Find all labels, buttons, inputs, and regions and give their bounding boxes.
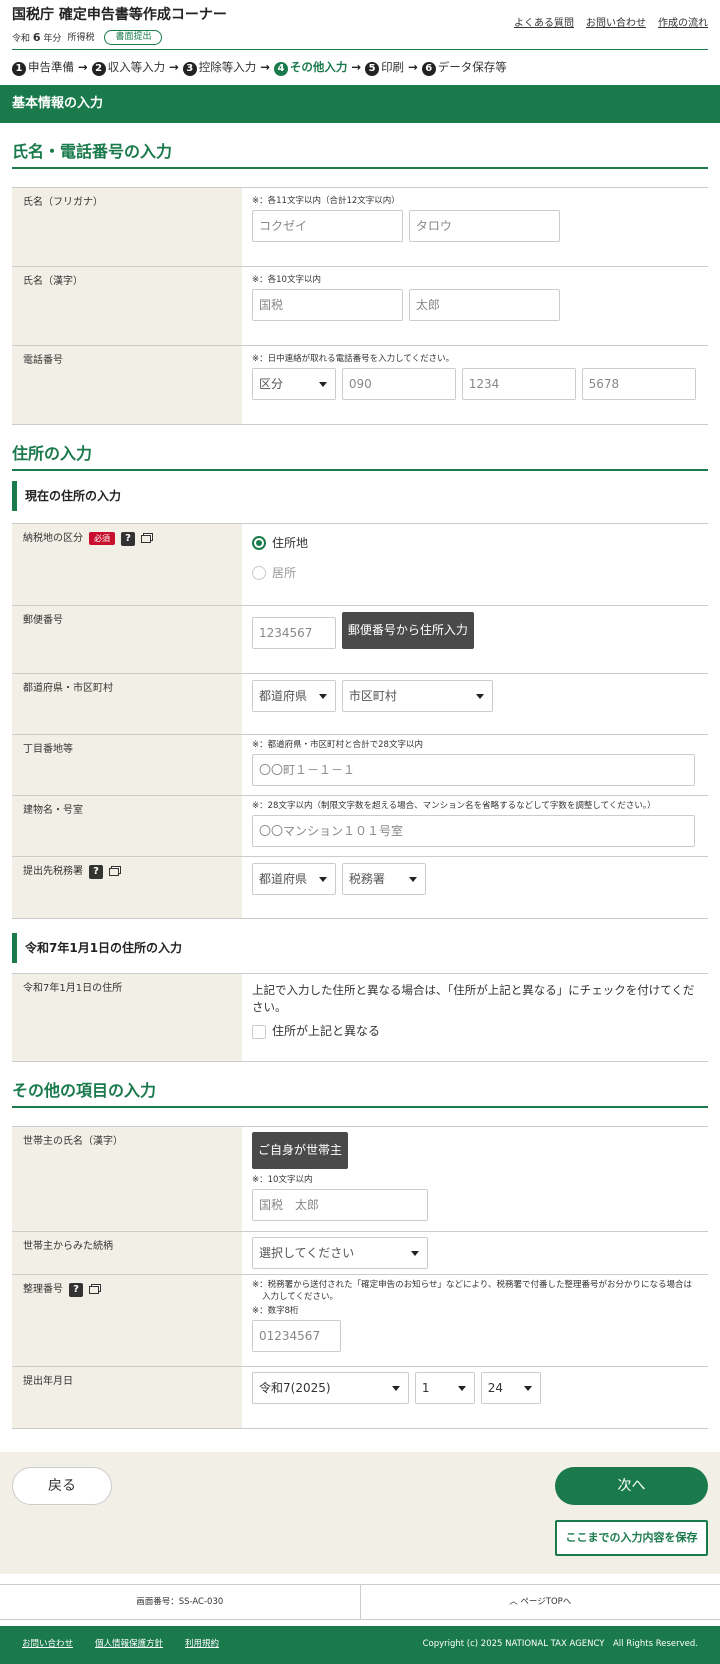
jan1-table: 令和7年1月1日の住所 上記で入力した住所と異なる場合は、「住所が上記と異なる」… [12,973,708,1062]
form-row-submit-date: 提出年月日 令和7(2025) 1 24 [12,1367,708,1429]
terms-link[interactable]: 利用規約 [185,1639,219,1651]
form-row-zip: 郵便番号 1234567 郵便番号から住所入力 [12,606,708,674]
page-title: 基本情報の入力 [0,85,720,123]
building-input[interactable]: 〇〇マンション１０１号室 [252,815,695,847]
checkbox-icon [252,1025,266,1039]
section-address: 住所の入力 [12,443,708,471]
back-button[interactable]: 戻る [12,1467,112,1505]
page-top-link[interactable]: ︿ ページTOPへ [361,1585,720,1619]
day-select[interactable]: 24 [481,1372,541,1404]
phone-part1-input[interactable]: 090 [342,368,456,400]
form-row-householder: 世帯主の氏名（漢字） ご自身が世帯主 ※：10文字以内 国税 太郎 [12,1127,708,1232]
subsection-jan1-address: 令和7年1月1日の住所の入力 [12,933,708,963]
new-window-icon [109,868,119,876]
householder-name-input[interactable]: 国税 太郎 [252,1189,428,1221]
section-other: その他の項目の入力 [12,1080,708,1108]
zip-input[interactable]: 1234567 [252,617,336,649]
screen-id: 画面番号：SS-AC-030 [0,1585,361,1619]
form-row-relationship: 世帯主からみた続柄 選択してください [12,1232,708,1275]
tax-type: 所得税 [67,32,94,45]
form-row-jan1: 令和7年1月1日の住所 上記で入力した住所と異なる場合は、「住所が上記と異なる」… [12,974,708,1062]
faq-link[interactable]: よくある質問 [514,17,574,31]
radio-checked-icon [252,536,266,550]
step-2: 2収入等入力 [92,59,166,76]
form-row-phone: 電話番号 ※：日中連絡が取れる電話番号を入力してください。 区分 090 123… [12,346,708,425]
step-6: 6データ保存等 [422,59,507,76]
subsection-current-address: 現在の住所の入力 [12,481,708,511]
arrow-icon: → [169,59,179,75]
step-4-current: 4その他入力 [274,59,348,76]
month-select[interactable]: 1 [415,1372,475,1404]
zip-lookup-button[interactable]: 郵便番号から住所入力 [342,612,474,649]
arrow-icon: → [260,59,270,75]
help-icon[interactable]: ? [69,1283,83,1297]
help-icon[interactable]: ? [89,865,103,879]
privacy-link[interactable]: 個人情報保護方針 [95,1639,163,1651]
step-5: 5印刷 [365,59,404,76]
self-householder-button[interactable]: ご自身が世帯主 [252,1132,348,1169]
header-links: よくある質問 お問い合わせ 作成の流れ [514,17,708,31]
ref-number-input[interactable]: 01234567 [252,1320,341,1352]
step-3: 3控除等入力 [183,59,257,76]
form-row-ref-number: 整理番号? ※：税務署から送付された「確定申告のお知らせ」などにより、税務署で付… [12,1275,708,1367]
city-select[interactable]: 市区町村 [342,680,493,712]
form-row-pref: 都道府県・市区町村 都道府県 市区町村 [12,674,708,735]
form-row-kana: 氏名（フリガナ） ※：各11文字以内（合計12文字以内） コクゼイ タロウ [12,188,708,267]
kanji-last-input[interactable]: 国税 [252,289,403,321]
form-row-tax-office: 提出先税務署? 都道府県 税務署 [12,857,708,919]
phone-type-select[interactable]: 区分 [252,368,336,400]
kana-last-input[interactable]: コクゼイ [252,210,403,242]
flow-link[interactable]: 作成の流れ [658,17,708,31]
phone-part3-input[interactable]: 5678 [582,368,696,400]
chevron-up-icon: ︿ [509,1597,520,1607]
jan1-instruction: 上記で入力した住所と異なる場合は、「住所が上記と異なる」にチェックを付けてくださ… [252,982,698,1015]
relationship-select[interactable]: 選択してください [252,1237,428,1269]
required-badge: 必須 [89,532,115,545]
prefecture-select[interactable]: 都道府県 [252,680,336,712]
radio-unchecked-icon [252,566,266,580]
help-icon[interactable]: ? [121,532,135,546]
form-row-kanji: 氏名（漢字） ※：各10文字以内 国税 太郎 [12,267,708,346]
other-table: 世帯主の氏名（漢字） ご自身が世帯主 ※：10文字以内 国税 太郎 世帯主からみ… [12,1126,708,1429]
contact-link[interactable]: お問い合わせ [586,17,646,31]
progress-steps: 1申告準備→ 2収入等入力→ 3控除等入力→ 4その他入力→ 5印刷→ 6データ… [12,50,708,85]
phone-part2-input[interactable]: 1234 [462,368,576,400]
form-row-building: 建物名・号室 ※：28文字以内（制限文字数を超える場合、マンション名を省略するな… [12,796,708,857]
address-table: 納税地の区分必須? 住所地 居所 郵便番号 1234567 郵便番号から住所入力… [12,523,708,919]
step-1: 1申告準備 [12,59,74,76]
footer-contact-link[interactable]: お問い合わせ [22,1639,73,1651]
save-progress-button[interactable]: ここまでの入力内容を保存 [555,1520,708,1556]
submission-badge: 書面提出 [104,30,162,45]
new-window-icon [89,1286,99,1294]
new-window-icon [141,535,151,543]
footer-nav: 画面番号：SS-AC-030 ︿ ページTOPへ [0,1584,720,1620]
radio-abode[interactable]: 居所 [252,558,698,588]
section-name-phone: 氏名・電話番号の入力 [12,141,708,169]
footer-bar: お問い合わせ 個人情報保護方針 利用規約 Copyright (c) 2025 … [0,1626,720,1664]
copyright: Copyright (c) 2025 NATIONAL TAX AGENCY A… [423,1639,698,1651]
app-title: 国税庁 確定申告書等作成コーナー [12,6,227,26]
radio-residence[interactable]: 住所地 [252,528,698,558]
different-address-checkbox[interactable]: 住所が上記と異なる [252,1023,698,1040]
form-row-place: 納税地の区分必須? 住所地 居所 [12,524,708,606]
kanji-first-input[interactable]: 太郎 [409,289,560,321]
era-year-select[interactable]: 令和7(2025) [252,1372,409,1404]
form-row-chome: 丁目番地等 ※：都道府県・市区町村と合計で28文字以内 〇〇町１－１－１ [12,735,708,796]
chome-input[interactable]: 〇〇町１－１－１ [252,754,695,786]
tax-office-select[interactable]: 税務署 [342,863,426,895]
arrow-icon: → [351,59,361,75]
tax-year-info: 令和 6 年分 所得税 書面提出 [12,30,162,46]
action-area: 戻る 次へ ここまでの入力内容を保存 [0,1452,720,1574]
next-button[interactable]: 次へ [555,1467,708,1505]
office-prefecture-select[interactable]: 都道府県 [252,863,336,895]
arrow-icon: → [408,59,418,75]
name-phone-table: 氏名（フリガナ） ※：各11文字以内（合計12文字以内） コクゼイ タロウ 氏名… [12,187,708,425]
header: 国税庁 確定申告書等作成コーナー 令和 6 年分 所得税 書面提出 よくある質問… [12,0,708,50]
arrow-icon: → [78,59,88,75]
kana-first-input[interactable]: タロウ [409,210,560,242]
